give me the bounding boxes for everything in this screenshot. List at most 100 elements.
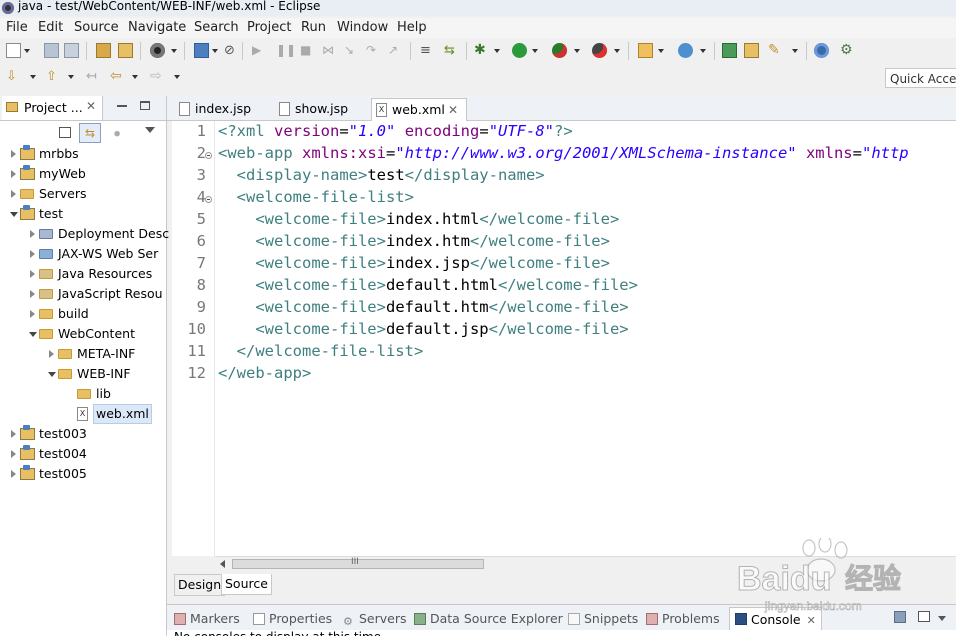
collapsed-arrow-icon[interactable] (30, 250, 35, 258)
collapsed-arrow-icon[interactable] (30, 270, 35, 278)
chevron-down-icon[interactable] (658, 49, 664, 53)
menu-search[interactable]: Search (194, 20, 239, 35)
tree-item[interactable]: myWeb (0, 164, 166, 184)
drop-to-frame-icon[interactable]: ⇆ (444, 43, 459, 58)
scrollbar-thumb[interactable]: III (232, 557, 484, 569)
tab-data-source-explorer[interactable]: Data Source Explorer (414, 610, 563, 628)
code-line[interactable]: <web-app xmlns:xsi="http://www.w3.org/20… (218, 144, 909, 162)
fold-toggle-icon[interactable] (205, 152, 212, 159)
collapsed-arrow-icon[interactable] (30, 310, 35, 318)
chevron-down-icon[interactable] (532, 49, 538, 53)
tree-item[interactable]: test005 (0, 464, 166, 484)
tree-item[interactable]: lib (0, 384, 166, 404)
tree-item[interactable]: Java Resources (0, 264, 166, 284)
filters-icon[interactable]: ⚫ (112, 127, 122, 141)
tree-item[interactable]: build (0, 304, 166, 324)
tree-item[interactable]: mrbbs (0, 144, 166, 164)
chevron-down-icon[interactable] (614, 49, 620, 53)
chevron-down-icon[interactable] (792, 49, 798, 53)
tab-show-jsp[interactable]: show.jsp (275, 98, 371, 120)
forward-icon[interactable]: ⇨ (150, 69, 165, 84)
disconnect-icon[interactable]: ⋈ (322, 43, 337, 58)
menu-navigate[interactable]: Navigate (128, 20, 186, 35)
collapsed-arrow-icon[interactable] (11, 170, 16, 178)
chevron-down-icon[interactable] (171, 49, 177, 53)
expanded-arrow-icon[interactable] (29, 332, 37, 337)
view-menu-icon[interactable] (145, 127, 155, 133)
tab-index-jsp[interactable]: index.jsp (173, 98, 273, 120)
collapsed-arrow-icon[interactable] (30, 230, 35, 238)
tab-servers[interactable]: ⚙ Servers (343, 610, 407, 628)
chevron-down-icon[interactable] (132, 75, 138, 79)
menu-project[interactable]: Project (247, 20, 291, 35)
chevron-down-icon[interactable] (212, 49, 218, 53)
save-all-icon[interactable] (64, 43, 79, 58)
collapsed-arrow-icon[interactable] (11, 150, 16, 158)
maximize-icon[interactable] (140, 101, 150, 110)
tab-markers[interactable]: Markers (174, 610, 240, 628)
tree-item[interactable]: Deployment Desc (0, 224, 169, 244)
step-over-icon[interactable]: ↷ (366, 43, 381, 58)
close-icon[interactable]: ✕ (448, 99, 458, 121)
collapsed-arrow-icon[interactable] (11, 470, 16, 478)
code-line[interactable]: <welcome-file>index.jsp</welcome-file> (218, 254, 610, 272)
tab-properties[interactable]: Properties (253, 610, 332, 628)
code-line[interactable]: <welcome-file>index.htm</welcome-file> (218, 232, 610, 250)
minimize-icon[interactable] (117, 105, 127, 107)
next-annotation-icon[interactable]: ⇩ (6, 69, 21, 84)
tree-item[interactable]: test003 (0, 424, 166, 444)
resume-icon[interactable]: ▶ (252, 43, 267, 58)
collapsed-arrow-icon[interactable] (30, 290, 35, 298)
debug-icon[interactable]: ✱ (474, 43, 489, 58)
menu-window[interactable]: Window (337, 20, 388, 35)
web-browser-icon[interactable] (814, 43, 829, 58)
chevron-down-icon[interactable] (68, 75, 74, 79)
run-server-icon[interactable] (592, 43, 607, 58)
code-line[interactable]: <welcome-file>default.jsp</welcome-file> (218, 320, 628, 338)
run-icon[interactable] (512, 43, 527, 58)
tab-project-explorer[interactable]: Project ... ✕ (2, 96, 103, 120)
tab-snippets[interactable]: Snippets (568, 610, 638, 628)
skip-breakpoints-icon[interactable]: ⊘ (222, 43, 237, 58)
perspective-icon[interactable]: ⚙ (840, 43, 855, 58)
terminate-icon[interactable]: ■ (300, 43, 315, 58)
last-edit-icon[interactable]: ↤ (86, 69, 101, 84)
code-line[interactable]: <display-name>test</display-name> (218, 166, 545, 184)
suspend-icon[interactable]: ❚❚ (276, 43, 296, 58)
tree-item[interactable]: test (0, 204, 166, 224)
code-line[interactable]: <?xml version="1.0" encoding="UTF-8"?> (218, 122, 573, 140)
collapsed-arrow-icon[interactable] (11, 450, 16, 458)
code-line[interactable]: <welcome-file>default.html</welcome-file… (218, 276, 638, 294)
monitor-icon[interactable] (194, 43, 209, 58)
menu-run[interactable]: Run (301, 20, 326, 35)
quick-access-input[interactable]: Quick Access (885, 68, 956, 88)
xml-editor[interactable] (172, 121, 956, 556)
chevron-down-icon[interactable] (174, 75, 180, 79)
chevron-down-icon[interactable] (30, 75, 36, 79)
tree-item[interactable]: JavaScript Resou (0, 284, 166, 304)
chevron-down-icon[interactable] (700, 49, 706, 53)
tree-item[interactable]: Servers (0, 184, 166, 204)
tree-item[interactable]: Xweb.xml (0, 404, 166, 424)
coverage-icon[interactable] (552, 43, 567, 58)
tab-design[interactable]: Design (174, 574, 226, 596)
menu-file[interactable]: File (6, 20, 28, 35)
tree-item[interactable]: test004 (0, 444, 166, 464)
code-line[interactable]: </web-app> (218, 364, 311, 382)
collapse-all-icon[interactable] (59, 127, 71, 138)
collapsed-arrow-icon[interactable] (49, 350, 54, 358)
tree-item[interactable]: WEB-INF (0, 364, 166, 384)
tree-item[interactable]: JAX-WS Web Ser (0, 244, 166, 264)
back-icon[interactable]: ⇦ (110, 69, 125, 84)
link-with-editor-icon[interactable]: ⇆ (79, 123, 101, 143)
open-folder-icon[interactable] (744, 43, 759, 58)
code-line[interactable]: <welcome-file-list> (218, 188, 414, 206)
menu-edit[interactable]: Edit (38, 20, 63, 35)
menu-source[interactable]: Source (74, 20, 119, 35)
code-line[interactable]: <welcome-file>index.html</welcome-file> (218, 210, 619, 228)
tab-problems[interactable]: Problems (646, 610, 720, 628)
fold-toggle-icon[interactable] (205, 196, 212, 203)
new-file-icon[interactable] (6, 43, 21, 58)
collapsed-arrow-icon[interactable] (11, 190, 16, 198)
expanded-arrow-icon[interactable] (48, 372, 56, 377)
